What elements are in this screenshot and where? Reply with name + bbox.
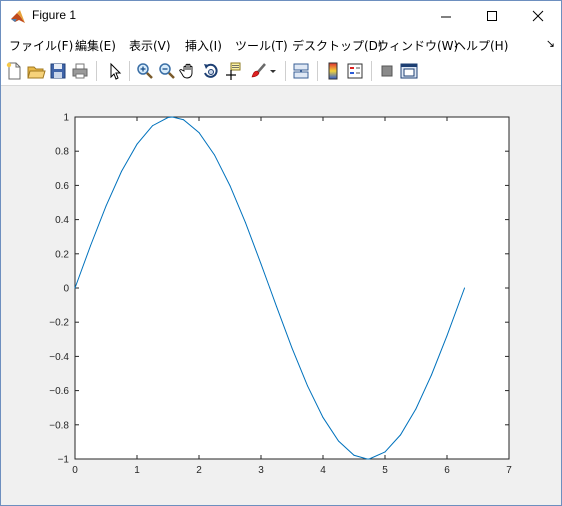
close-icon <box>532 10 544 22</box>
data-point <box>105 205 107 207</box>
sine-plot[interactable]: 1 0.8 0.6 0.4 0.2 0 −0.2 −0.4 −0.6 −0.8 −1 0 1 2 3 4 5 6… <box>1 86 561 505</box>
data-point <box>307 385 308 387</box>
save-icon[interactable] <box>48 61 68 81</box>
axes-background <box>74 116 510 460</box>
data-point <box>353 454 355 456</box>
zoom-in-icon[interactable] <box>135 61 155 81</box>
y-tick-label: 0.8 <box>55 147 69 158</box>
x-tick-label: 0 <box>72 465 78 476</box>
menu-insert[interactable]: 挿入(I) <box>185 37 222 54</box>
data-point <box>121 170 122 172</box>
data-point <box>214 154 215 156</box>
toolbar-separator <box>371 61 372 81</box>
data-point <box>152 125 153 127</box>
x-tick-label: 7 <box>506 465 512 476</box>
minimize-icon <box>441 16 451 18</box>
menu-desktop[interactable]: デスクトップ(D) <box>292 37 383 54</box>
brush-dropdown-icon[interactable] <box>267 61 279 81</box>
data-point <box>90 245 91 247</box>
data-point <box>322 416 324 418</box>
data-point <box>369 458 370 460</box>
y-tick-label: −1 <box>58 455 70 466</box>
data-point <box>384 451 386 453</box>
pan-hand-icon[interactable] <box>179 61 199 81</box>
data-point <box>400 434 401 436</box>
data-point <box>198 132 200 134</box>
x-tick-label: 3 <box>258 465 264 476</box>
figure-canvas[interactable]: 1 0.8 0.6 0.4 0.2 0 −0.2 −0.4 −0.6 −0.8 −1 0 1 2 3 4 5 6… <box>1 86 561 505</box>
y-tick-label: 0.6 <box>55 181 69 192</box>
x-tick-label: 6 <box>444 465 450 476</box>
data-point <box>415 408 417 410</box>
matlab-logo-icon <box>10 9 26 25</box>
data-point <box>74 287 76 289</box>
menu-bar: ファイル(F) 編集(E) 表示(V) 挿入(I) ツール(T) デスクトップ(… <box>1 31 561 57</box>
print-icon[interactable] <box>70 61 90 81</box>
menu-help[interactable]: ヘルプ(H) <box>454 37 508 54</box>
menu-window[interactable]: ウィンドウ(W) <box>377 37 458 54</box>
maximize-button[interactable] <box>469 1 515 31</box>
data-point <box>171 116 173 118</box>
title-bar[interactable]: Figure 1 <box>1 1 561 31</box>
menu-edit[interactable]: 編集(E) <box>75 37 116 54</box>
toolbar-separator <box>129 61 130 81</box>
data-point <box>269 287 271 289</box>
data-point <box>245 222 246 224</box>
x-tick-labels: 0 1 2 3 4 5 6 7 <box>72 465 512 476</box>
figure-toolbar <box>1 57 561 86</box>
y-tick-label: 0.2 <box>55 249 69 260</box>
data-point <box>291 347 293 349</box>
toolbar-separator <box>285 61 286 81</box>
x-tick-label: 2 <box>196 465 202 476</box>
y-tick-labels: 1 0.8 0.6 0.4 0.2 0 −0.2 −0.4 −0.6 −0.8 −1 <box>49 113 69 466</box>
figure-window: Figure 1 ファイル(F) 編集(E) 表示(V) 挿入(I) ツール(T… <box>0 0 562 506</box>
data-point <box>366 458 368 460</box>
y-tick-label: −0.2 <box>49 318 69 329</box>
menu-tools[interactable]: ツール(T) <box>235 37 288 54</box>
y-tick-label: 0 <box>63 284 69 295</box>
rotate-3d-icon[interactable] <box>201 61 221 81</box>
close-button[interactable] <box>515 1 561 31</box>
window-title: Figure 1 <box>32 8 77 22</box>
data-point <box>276 305 277 307</box>
menu-undock-icon[interactable]: ↘ <box>546 37 555 50</box>
data-point <box>338 440 339 442</box>
menu-view[interactable]: 表示(V) <box>129 37 171 54</box>
colorbar-icon[interactable] <box>323 61 343 81</box>
data-point <box>464 287 466 289</box>
data-point <box>229 185 231 187</box>
y-tick-label: −0.8 <box>49 420 69 431</box>
open-file-icon[interactable] <box>26 61 46 81</box>
minimize-button[interactable] <box>423 1 469 31</box>
show-plot-tools-icon[interactable] <box>399 61 419 81</box>
new-figure-icon[interactable] <box>4 61 24 81</box>
maximize-icon <box>487 11 497 21</box>
edit-plot-pointer-icon[interactable] <box>105 61 125 81</box>
y-tick-label: −0.6 <box>49 386 69 397</box>
data-point <box>136 143 138 145</box>
y-tick-label: 0.4 <box>55 215 69 226</box>
toolbar-separator <box>317 61 318 81</box>
data-cursor-icon[interactable] <box>223 61 243 81</box>
x-tick-label: 1 <box>134 465 140 476</box>
x-tick-label: 4 <box>320 465 326 476</box>
data-point <box>183 119 184 121</box>
data-point <box>431 374 432 376</box>
hide-plot-tools-icon[interactable] <box>377 61 397 81</box>
y-tick-label: −0.4 <box>49 352 69 363</box>
data-point <box>446 335 448 337</box>
menu-file[interactable]: ファイル(F) <box>9 37 73 54</box>
y-tick-label: 1 <box>63 113 69 124</box>
zoom-out-icon[interactable] <box>157 61 177 81</box>
x-tick-label: 5 <box>382 465 388 476</box>
data-point <box>167 117 169 119</box>
toolbar-separator <box>96 61 97 81</box>
brush-icon[interactable] <box>249 61 269 81</box>
legend-icon[interactable] <box>345 61 365 81</box>
data-point <box>260 263 262 265</box>
link-plot-icon[interactable] <box>291 61 311 81</box>
